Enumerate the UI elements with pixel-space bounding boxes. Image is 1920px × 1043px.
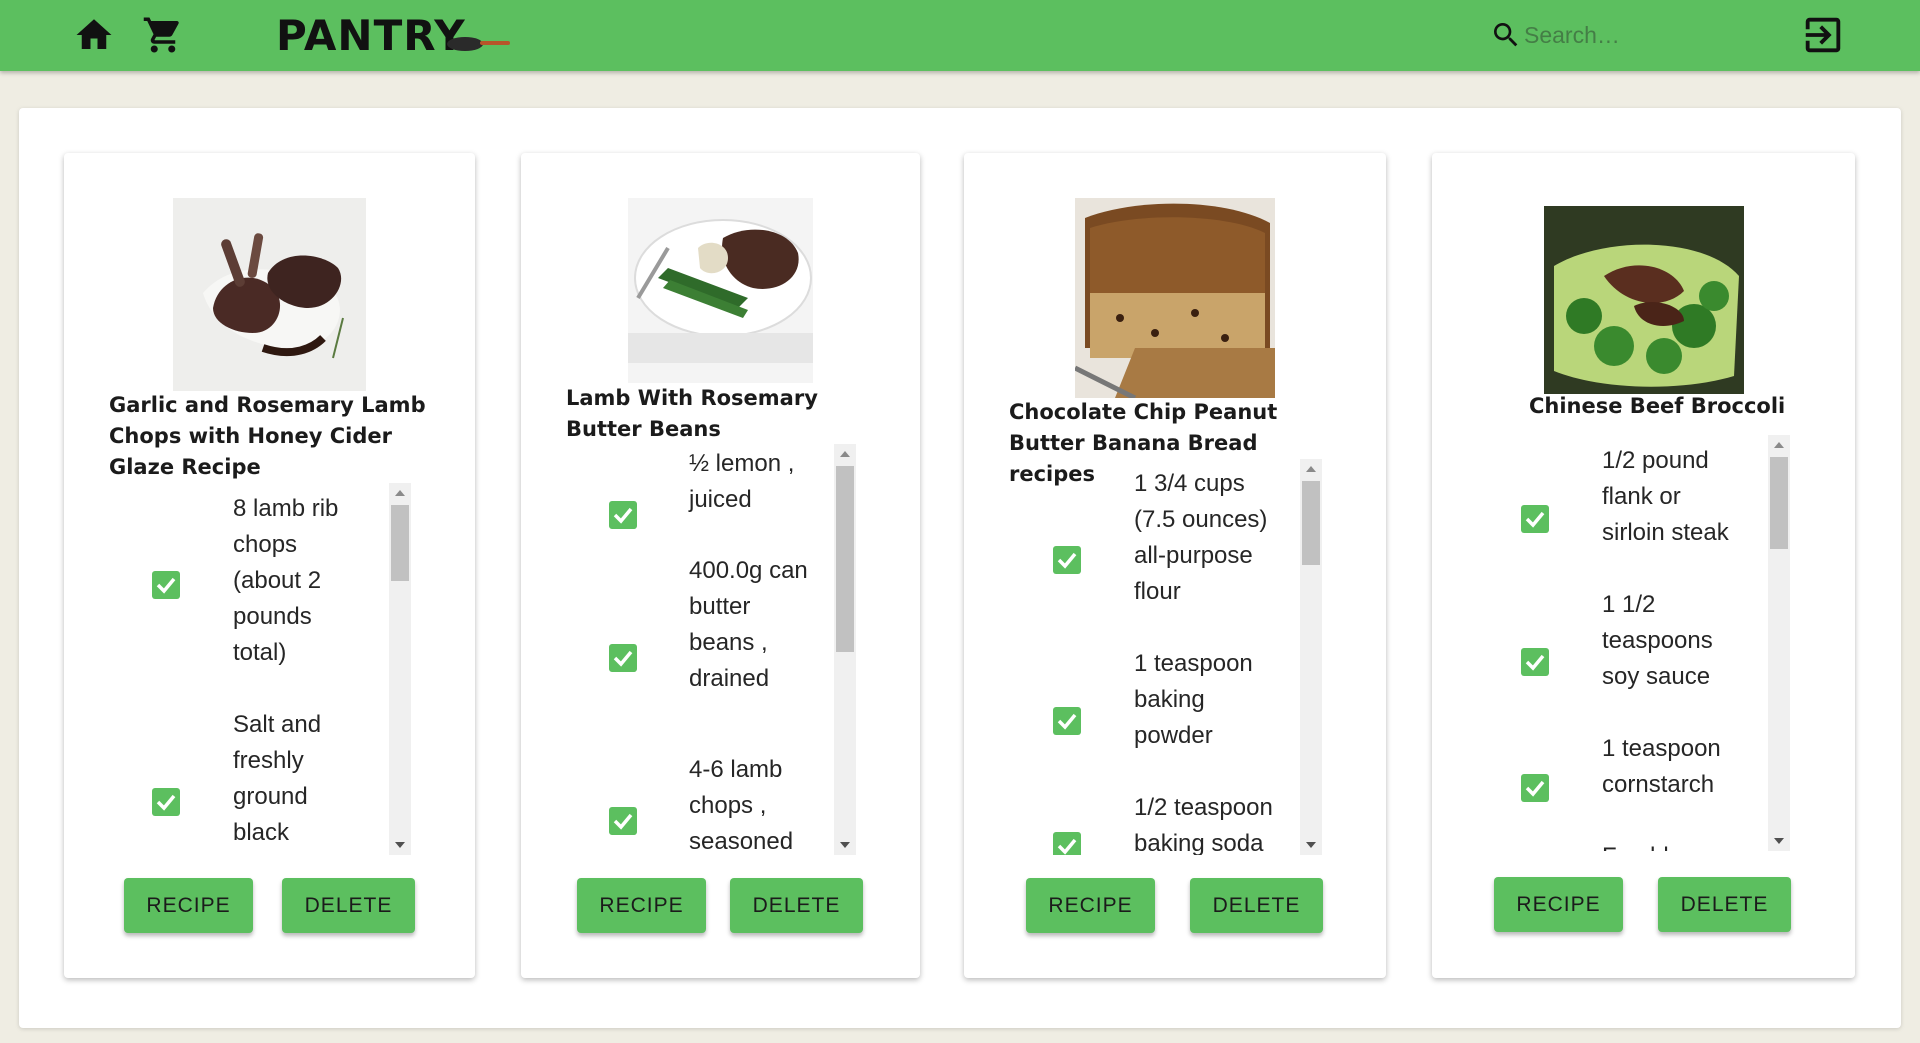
ingredient-text: 8 lamb rib chops (about 2 pounds total): [233, 495, 339, 666]
top-app-bar: PANTRY: [0, 0, 1920, 71]
recipe-button[interactable]: RECIPE: [577, 878, 706, 933]
ingredient-checkbox[interactable]: [1521, 648, 1549, 676]
search-icon: [1494, 23, 1518, 47]
recipe-card: Chinese Beef Broccoli 1/2 pound flank or…: [1432, 153, 1855, 978]
delete-button[interactable]: DELETE: [1190, 878, 1323, 933]
scroll-down-icon[interactable]: [1774, 838, 1784, 844]
search-bar[interactable]: [1490, 14, 1690, 56]
checkbox-checked-icon: [1057, 552, 1077, 569]
ingredient-text: 1/2 teaspoon baking soda: [1134, 794, 1273, 855]
frying-pan-icon: [447, 34, 513, 58]
recipe-button[interactable]: RECIPE: [1494, 877, 1623, 932]
scroll-down-icon[interactable]: [840, 842, 850, 848]
ingredient-checkbox[interactable]: [609, 644, 637, 672]
checkbox-checked-icon: [156, 577, 176, 594]
checkbox-checked-icon: [613, 813, 633, 830]
scroll-down-icon[interactable]: [395, 842, 405, 848]
search-input[interactable]: [1524, 21, 1674, 49]
ingredient-scrollbar[interactable]: [1768, 435, 1790, 851]
checkbox-checked-icon: [1057, 713, 1077, 730]
checkbox-checked-icon: [1525, 511, 1545, 528]
ingredient-list: 1 3/4 cups (7.5 ounces) all-purpose flou…: [964, 459, 1304, 855]
delete-button[interactable]: DELETE: [1658, 877, 1791, 932]
scroll-up-icon[interactable]: [1306, 466, 1316, 472]
scroll-thumb[interactable]: [1770, 457, 1788, 549]
ingredient-text: 1 teaspoon cornstarch: [1602, 735, 1721, 798]
recipe-image: [173, 198, 366, 391]
ingredient-scrollbar[interactable]: [834, 444, 856, 855]
checkbox-checked-icon: [156, 794, 176, 811]
scroll-down-icon[interactable]: [1306, 842, 1316, 848]
ingredient-checkbox[interactable]: [1053, 707, 1081, 735]
recipe-card: Garlic and Rosemary Lamb Chops with Hone…: [64, 153, 475, 978]
checkbox-checked-icon: [613, 650, 633, 667]
scroll-thumb[interactable]: [391, 505, 409, 581]
ingredient-checkbox[interactable]: [1053, 832, 1081, 855]
ingredient-text: 1/2 pound flank or sirloin steak: [1602, 447, 1729, 546]
recipe-title: Garlic and Rosemary Lamb Chops with Hone…: [109, 393, 426, 479]
ingredient-scrollbar[interactable]: [1300, 459, 1322, 855]
home-icon[interactable]: [73, 14, 115, 56]
checkbox-checked-icon: [613, 507, 633, 524]
recipe-title: Lamb With Rosemary Butter Beans: [566, 386, 818, 441]
ingredient-list: ½ lemon , juiced 400.0g can butter beans…: [521, 441, 831, 855]
ingredient-checkbox[interactable]: [609, 807, 637, 835]
ingredient-checkbox[interactable]: [1053, 546, 1081, 574]
ingredient-checkbox[interactable]: [1521, 505, 1549, 533]
recipe-image: [1075, 198, 1275, 398]
recipe-card: Chocolate Chip Peanut Butter Banana Brea…: [964, 153, 1386, 978]
ingredient-text: 4-6 lamb chops , seasoned: [689, 756, 794, 855]
delete-button[interactable]: DELETE: [282, 878, 415, 933]
recipe-title: Chinese Beef Broccoli: [1529, 394, 1786, 418]
ingredient-list: 8 lamb rib chops (about 2 pounds total) …: [64, 483, 424, 855]
ingredient-checkbox[interactable]: [609, 501, 637, 529]
ingredient-text: 400.0g can butter beans , drained: [689, 557, 808, 692]
cart-icon[interactable]: [142, 14, 184, 56]
ingredient-checkbox[interactable]: [152, 788, 180, 816]
checkbox-checked-icon: [1057, 838, 1077, 855]
ingredient-text: ½ lemon , juiced: [689, 450, 795, 513]
logout-icon[interactable]: [1800, 12, 1846, 58]
ingredient-text: Salt and freshly ground black: [233, 711, 322, 846]
ingredient-text: 1 teaspoon baking powder: [1134, 650, 1253, 749]
ingredient-list: 1/2 pound flank or sirloin steak 1 1/2 t…: [1432, 435, 1767, 851]
ingredient-text: 1 1/2 teaspoons soy sauce: [1602, 591, 1713, 690]
recipe-image: [1544, 206, 1744, 394]
scroll-up-icon[interactable]: [395, 490, 405, 496]
recipe-card: Lamb With Rosemary Butter Beans ½ lemon …: [521, 153, 920, 978]
recipe-button[interactable]: RECIPE: [124, 878, 253, 933]
scroll-up-icon[interactable]: [840, 451, 850, 457]
recipe-button[interactable]: RECIPE: [1026, 878, 1155, 933]
scroll-up-icon[interactable]: [1774, 442, 1784, 448]
scroll-thumb[interactable]: [836, 466, 854, 652]
ingredient-checkbox[interactable]: [1521, 774, 1549, 802]
ingredient-checkbox[interactable]: [152, 571, 180, 599]
checkbox-checked-icon: [1525, 780, 1545, 797]
delete-button[interactable]: DELETE: [730, 878, 863, 933]
brand-title[interactable]: PANTRY: [276, 8, 466, 64]
scroll-thumb[interactable]: [1302, 481, 1320, 565]
ingredient-text: 1 3/4 cups (7.5 ounces) all-purpose flou…: [1134, 470, 1268, 605]
ingredient-scrollbar[interactable]: [389, 483, 411, 855]
checkbox-checked-icon: [1525, 654, 1545, 671]
ingredient-text: Freshly: [1602, 839, 1747, 851]
recipe-image: [628, 198, 813, 383]
